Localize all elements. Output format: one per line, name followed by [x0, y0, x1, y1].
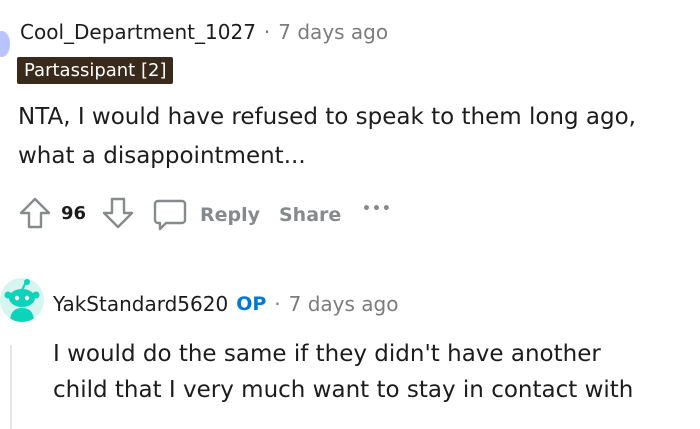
user-flair: Partassipant [2] [17, 57, 174, 84]
comment-body-line-2: what a disappointment... [18, 143, 306, 169]
reply-button[interactable]: Reply [152, 198, 260, 232]
username[interactable]: Cool_Department_1027 [20, 20, 256, 44]
reply-label: Reply [200, 204, 261, 226]
comment-body-line-2: child that I very much want to stay in c… [53, 377, 634, 403]
thread-line[interactable] [10, 345, 12, 429]
upvote-button[interactable] [18, 196, 52, 230]
more-icon: ••• [362, 201, 392, 217]
meta-separator: · [263, 20, 271, 44]
comment-body-line-1: I would do the same if they didn't have … [53, 341, 601, 367]
comment-header: YakStandard5620 OP · 7 days ago [53, 290, 398, 318]
upvote-icon [19, 197, 51, 229]
share-button[interactable]: Share [279, 204, 341, 226]
snoo-avatar-icon [0, 278, 44, 322]
comment-icon [153, 199, 187, 231]
downvote-icon [102, 197, 134, 229]
comment-body-line-1: NTA, I would have refused to speak to th… [18, 104, 636, 130]
timestamp[interactable]: 7 days ago [278, 20, 388, 44]
vote-count: 96 [61, 203, 87, 224]
op-badge: OP [236, 293, 267, 315]
timestamp[interactable]: 7 days ago [289, 292, 399, 316]
username[interactable]: YakStandard5620 [53, 292, 228, 316]
avatar[interactable] [0, 31, 10, 57]
meta-separator: · [274, 292, 281, 316]
more-options-button[interactable]: ••• [362, 201, 392, 217]
downvote-button[interactable] [101, 196, 135, 230]
comment-header: Cool_Department_1027 · 7 days ago [20, 18, 388, 46]
avatar[interactable] [0, 278, 44, 322]
